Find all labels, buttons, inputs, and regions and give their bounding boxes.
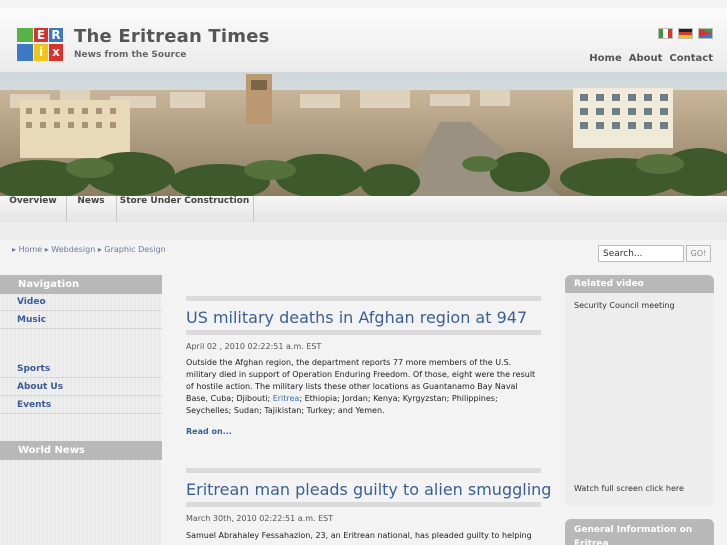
logo-tile-x: x: [49, 44, 63, 61]
video-item[interactable]: Security Council meeting: [574, 301, 675, 310]
nav-item-music[interactable]: Music: [0, 312, 162, 329]
search-input[interactable]: Search...: [598, 245, 684, 262]
eritrea-flag-icon[interactable]: [698, 28, 713, 39]
nav-about[interactable]: About: [629, 53, 663, 64]
language-flags: [658, 28, 713, 39]
left-navigation: Navigation Video Music Sports About Us E…: [0, 275, 162, 545]
nav-contact[interactable]: Contact: [669, 53, 713, 64]
tab-overview[interactable]: Overview: [0, 196, 67, 222]
site-logo[interactable]: E R i x: [17, 28, 65, 65]
city-banner-image: [0, 72, 727, 196]
article-divider: [186, 296, 541, 301]
watch-fullscreen-link[interactable]: Watch full screen click here: [574, 484, 684, 493]
crumb-webdesign[interactable]: Webdesign: [51, 245, 95, 254]
tab-band: [0, 222, 727, 240]
article-body: Samuel Abrahaley Fessahazion, 23, an Eri…: [186, 531, 532, 540]
tab-news[interactable]: News: [66, 196, 117, 222]
article-date: March 30th, 2010 02:22:51 a.m. EST: [186, 514, 334, 523]
search-go-button[interactable]: GO!: [686, 245, 711, 262]
logo-tile-green: [17, 28, 33, 42]
general-info-box: General Information on Eritrea: [565, 519, 714, 545]
related-video-heading: Related video: [565, 275, 714, 293]
breadcrumb: ▸ Home ▸ Webdesign ▸ Graphic Design: [12, 245, 166, 254]
nav-heading: Navigation: [0, 275, 162, 294]
crumb-home[interactable]: Home: [19, 245, 43, 254]
logo-tile-i: i: [34, 44, 48, 61]
logo-tile-e: E: [34, 28, 48, 42]
article-divider: [186, 502, 541, 507]
site-title: The Eritrean Times: [74, 26, 270, 47]
site-header: E R i x The Eritrean Times News from the…: [0, 8, 727, 72]
tab-bar: Overview News Store Under Construction: [0, 196, 727, 223]
italy-flag-icon[interactable]: [658, 28, 673, 39]
page: E R i x The Eritrean Times News from the…: [0, 0, 727, 545]
article-title[interactable]: US military deaths in Afghan region at 9…: [186, 308, 527, 327]
article-divider: [186, 330, 541, 335]
read-on-link[interactable]: Read on...: [186, 427, 232, 436]
logo-tile-blue: [17, 44, 33, 61]
nav-home[interactable]: Home: [589, 53, 621, 64]
nav-item-events[interactable]: Events: [0, 397, 162, 414]
germany-flag-icon[interactable]: [678, 28, 693, 39]
article-body: Outside the Afghan region, the departmen…: [186, 357, 536, 417]
top-nav: Home About Contact: [589, 53, 713, 64]
tab-store[interactable]: Store Under Construction: [116, 196, 254, 222]
general-info-heading: General Information on Eritrea: [565, 519, 714, 545]
nav-item-sports[interactable]: Sports: [0, 361, 162, 378]
article-date: April 02 , 2010 02:22:51 a.m. EST: [186, 342, 322, 351]
nav-item-video[interactable]: Video: [0, 294, 162, 311]
article-divider: [186, 468, 541, 473]
nav-item-about-us[interactable]: About Us: [0, 379, 162, 396]
related-video-box: Related video Security Council meeting W…: [565, 275, 714, 505]
logo-tile-r: R: [49, 28, 63, 42]
article-title[interactable]: Eritrean man pleads guilty to alien smug…: [186, 480, 551, 499]
site-subtitle: News from the Source: [74, 50, 187, 60]
crumb-graphic-design[interactable]: Graphic Design: [104, 245, 165, 254]
world-news-heading: World News: [0, 441, 162, 460]
eritrea-link[interactable]: Eritrea: [273, 394, 300, 403]
